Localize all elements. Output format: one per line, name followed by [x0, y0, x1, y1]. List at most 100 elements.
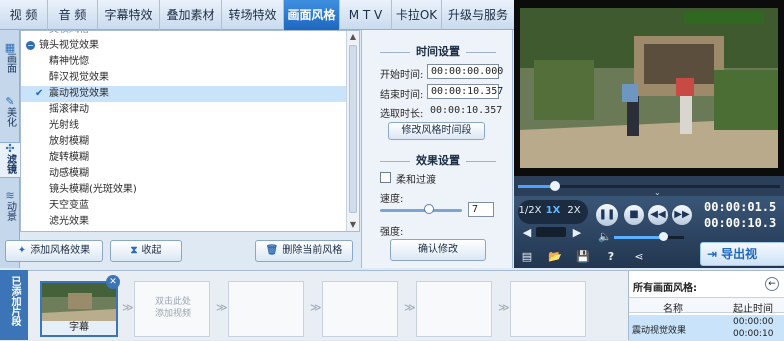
list-item[interactable]: 精神恍惚	[21, 54, 347, 70]
settings-panel: 时间设置 开始时间: 00:00:00.000 结束时间: 00:00:10.3…	[361, 30, 513, 268]
magic-wand-icon: ✦	[17, 245, 27, 256]
tab-overlay-materials[interactable]: 叠加素材	[160, 0, 222, 30]
end-time-field[interactable]: 00:00:10.357	[427, 84, 503, 99]
stop-button[interactable]: ■	[624, 205, 644, 225]
list-item[interactable]: 旋转模糊	[21, 150, 347, 166]
empty-clip-slot[interactable]	[416, 281, 492, 337]
rewind-button[interactable]: ◀◀	[648, 205, 668, 225]
category-tab-motion-scene[interactable]: ≋ 动景	[0, 190, 20, 224]
folder-icon[interactable]: 📂	[546, 250, 564, 263]
volume-icon[interactable]: 🔈	[598, 230, 612, 243]
tab-upgrade-service[interactable]: 升级与服务	[442, 0, 514, 30]
back-icon[interactable]: ←	[765, 277, 779, 291]
top-tab-bar: 视 频 音 频 字幕特效 叠加素材 转场特效 画面风格 M T V 卡拉OK 升…	[0, 0, 514, 30]
category-tab-picture[interactable]: ▦ 画面	[0, 42, 20, 76]
clip-thumbnail[interactable]: 字幕 ✕	[40, 275, 120, 337]
list-item[interactable]: 镜头模糊(光斑效果)	[21, 182, 347, 198]
soft-transition-checkbox[interactable]	[380, 172, 391, 183]
modify-time-button[interactable]: 修改风格时间段	[388, 122, 485, 140]
list-item[interactable]: 美妆风格	[21, 31, 347, 38]
list-item[interactable]: 醉汉视觉效果	[21, 70, 347, 86]
styles-table-header: 名称 起止时间	[629, 297, 784, 315]
tab-karaoke[interactable]: 卡拉OK	[392, 0, 442, 30]
speed-slider-handle[interactable]	[424, 204, 435, 214]
add-style-button[interactable]: ✦ 添加风格效果	[5, 240, 103, 262]
speed-slider-track[interactable]	[380, 209, 462, 212]
collapse-button[interactable]: ⧗ 收起	[110, 240, 182, 262]
chevron-right-icon: ≫	[404, 301, 416, 314]
effect-group-header[interactable]: − 镜头视觉效果	[21, 38, 347, 54]
save-icon[interactable]: 💾	[574, 250, 592, 263]
share-icon[interactable]: ⋖	[630, 250, 648, 263]
speed-normal[interactable]: 1X	[544, 205, 562, 216]
added-clips-label: 已添加片段	[0, 270, 28, 340]
speed-half[interactable]: 1/2X	[516, 205, 544, 216]
tab-audio[interactable]: 音 频	[48, 0, 98, 30]
stop-icon: ■	[629, 209, 639, 220]
category-label: 动景	[4, 201, 16, 221]
start-time-field[interactable]: 00:00:00.000	[427, 64, 503, 79]
column-name: 名称	[663, 304, 683, 315]
list-item[interactable]: 摇滚律动	[21, 102, 347, 118]
playback-progress[interactable]: ⌄	[514, 176, 784, 197]
add-video-hint: 双击此处 添加视频	[154, 297, 191, 319]
table-row[interactable]: 震动视觉效果 00:00:00 00:00:10	[629, 315, 784, 341]
wave-icon: ≋	[5, 189, 15, 202]
chevron-right-icon: ≫	[216, 301, 228, 314]
duration-value: 00:00:10.357	[430, 105, 503, 116]
progress-handle[interactable]	[549, 181, 560, 191]
pause-icon: ❚❚	[598, 209, 616, 220]
effects-scrollbar[interactable]: ▲ ▼	[346, 31, 359, 231]
export-button[interactable]: ⇥ 导出视	[700, 242, 784, 266]
pause-button[interactable]: ❚❚	[596, 204, 618, 226]
effect-settings-title: 效果设置	[362, 152, 514, 168]
list-item[interactable]: 动感模糊	[21, 166, 347, 182]
chevron-right-icon: ≫	[122, 301, 134, 314]
collapse-icon[interactable]: −	[26, 41, 35, 50]
category-tab-beautify[interactable]: ✎ 美化	[0, 96, 20, 130]
tab-transition-effects[interactable]: 转场特效	[222, 0, 284, 30]
list-item-selected[interactable]: ✔ 震动视觉效果	[21, 86, 347, 102]
confirm-edit-button[interactable]: 确认修改	[390, 239, 486, 261]
speed-input[interactable]: 7	[468, 202, 494, 217]
list-item[interactable]: 滤光效果	[21, 214, 347, 230]
help-icon[interactable]: ?	[602, 250, 620, 263]
checkmark-icon: ✔	[35, 88, 44, 99]
volume-fill	[614, 236, 663, 239]
empty-clip-slot[interactable]	[322, 281, 398, 337]
remove-clip-icon[interactable]: ✕	[106, 275, 120, 289]
list-item[interactable]: 放射模糊	[21, 134, 347, 150]
list-item[interactable]: 光射线	[21, 118, 347, 134]
scroll-down-icon[interactable]: ▼	[347, 219, 359, 231]
delete-style-button[interactable]: 🗑 删除当前风格	[255, 240, 353, 262]
volume-handle[interactable]	[659, 232, 668, 241]
style-end-cell: 00:00:10	[733, 329, 774, 339]
category-label: 画面	[4, 53, 16, 73]
video-preview[interactable]	[514, 0, 784, 176]
tab-mtv[interactable]: M T V	[340, 0, 392, 30]
all-styles-panel: 所有画面风格: ← 名称 起止时间 震动视觉效果 00:00:00 00:00:…	[628, 270, 784, 341]
column-time: 起止时间	[733, 304, 773, 315]
category-tab-filter[interactable]: ✣ 滤镜	[0, 142, 20, 178]
step-forward-icon[interactable]: ▶	[570, 226, 584, 239]
film-icon[interactable]: ▤	[518, 250, 536, 263]
empty-clip-slot[interactable]: 双击此处 添加视频	[134, 281, 210, 337]
tab-subtitle-effects[interactable]: 字幕特效	[98, 0, 160, 30]
chevron-right-icon: ≫	[310, 301, 322, 314]
scrollbar-thumb[interactable]	[349, 45, 357, 213]
tab-picture-style[interactable]: 画面风格	[284, 0, 340, 30]
category-sidebar: ▦ 画面 ✎ 美化 ✣ 滤镜 ≋ 动景	[0, 30, 20, 268]
empty-clip-slot[interactable]	[510, 281, 586, 337]
time-settings-title: 时间设置	[362, 43, 514, 59]
empty-clip-slot[interactable]	[228, 281, 304, 337]
scroll-up-icon[interactable]: ▲	[347, 31, 359, 43]
speed-double[interactable]: 2X	[564, 205, 584, 216]
tab-video[interactable]: 视 频	[0, 0, 48, 30]
clip-track: 字幕 ✕ ≫ 双击此处 添加视频 ≫ ≫ ≫ ≫	[28, 270, 628, 340]
jog-wheel[interactable]	[536, 227, 566, 237]
fast-forward-button[interactable]: ▶▶	[672, 205, 692, 225]
step-back-icon[interactable]: ◀	[520, 226, 534, 239]
effects-list: 美妆风格 − 镜头视觉效果 精神恍惚 醉汉视觉效果 ✔ 震动视觉效果 摇滚律动 …	[20, 30, 360, 232]
list-item[interactable]: 天空变蓝	[21, 198, 347, 214]
style-start-cell: 00:00:00	[733, 317, 774, 327]
